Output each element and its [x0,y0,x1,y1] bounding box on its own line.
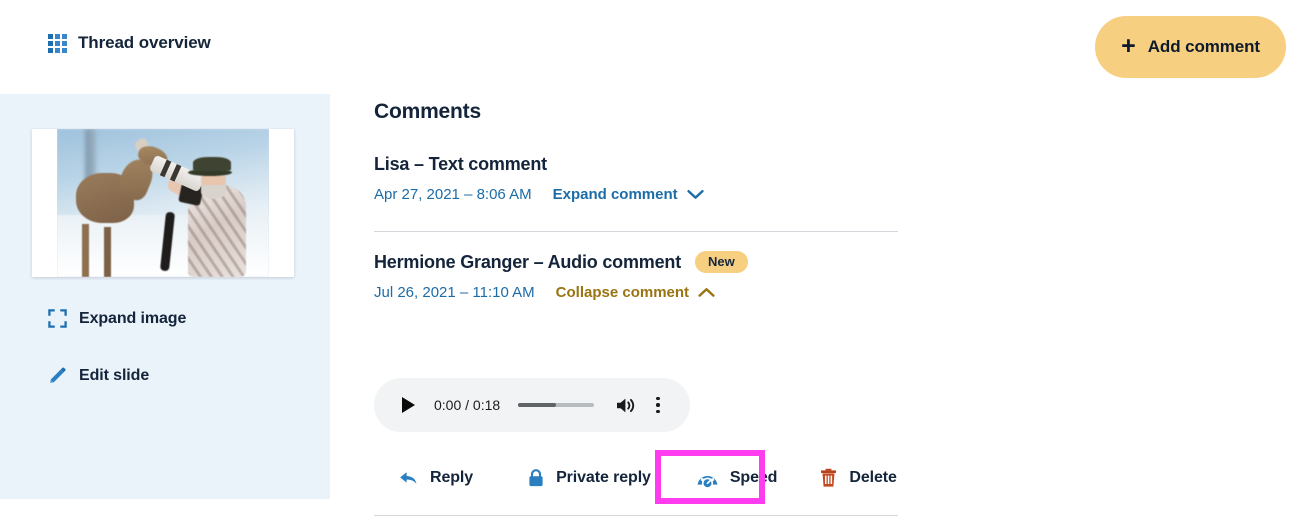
lock-icon [527,468,545,488]
comment-title-row: Hermione Granger – Audio comment New [374,251,898,273]
audio-progress-slider[interactable] [518,403,595,407]
status-badge: New [695,251,748,273]
comment-meta: Apr 27, 2021 – 8:06 AM Expand comment [374,186,898,203]
thread-overview-button[interactable]: Thread overview [48,33,211,53]
audio-progress-fill [518,403,557,407]
comment-title: Lisa – Text comment [374,154,547,174]
three-dots-icon[interactable] [656,396,660,414]
page-title: Comments [374,100,481,123]
comment-date: Jul 26, 2021 – 11:10 AM [374,284,535,301]
audio-time-display: 0:00 / 0:18 [434,397,501,413]
plus-icon: + [1121,31,1136,60]
grid-icon [48,33,67,53]
app-header: Thread overview + Add comment [0,0,1308,94]
audio-player[interactable]: 0:00 / 0:18 [374,378,690,432]
private-reply-label: Private reply [556,469,651,486]
expand-icon [48,309,67,328]
play-icon[interactable] [402,397,415,413]
comment-title: Hermione Granger – Audio comment [374,251,681,272]
trash-icon [819,468,838,488]
speedometer-icon [696,469,719,488]
expand-comment-label: Expand comment [552,186,678,203]
expand-image-button[interactable]: Expand image [48,309,186,328]
slide-thumbnail[interactable] [32,129,294,277]
expand-comment-button[interactable]: Expand comment [553,186,704,203]
edit-slide-button[interactable]: Edit slide [48,366,149,385]
slide-thumbnail-image [57,129,269,277]
comment-divider [374,515,898,516]
reply-arrow-icon [398,469,419,488]
edit-slide-label: Edit slide [79,366,150,384]
slide-sidebar: Expand image Edit slide [0,94,330,499]
delete-label: Delete [849,469,897,486]
comment-item: Lisa – Text comment Apr 27, 2021 – 8:06 … [374,154,898,203]
collapse-comment-button[interactable]: Collapse comment [556,284,715,301]
expand-image-label: Expand image [79,309,187,327]
comment-divider [374,231,898,232]
add-comment-button[interactable]: + Add comment [1095,16,1286,78]
private-reply-button[interactable]: Private reply [527,459,651,497]
comment-title-row: Lisa – Text comment [374,154,898,175]
comment-item: Hermione Granger – Audio comment New Jul… [374,251,898,301]
speed-label: Speed [729,469,778,486]
delete-button[interactable]: Delete [819,459,897,497]
volume-icon[interactable] [615,396,637,415]
chevron-up-icon [698,287,715,298]
comment-meta: Jul 26, 2021 – 11:10 AM Collapse comment [374,284,898,301]
reply-label: Reply [430,469,474,486]
chevron-down-icon [687,189,704,200]
thread-overview-label: Thread overview [78,33,211,52]
comment-date: Apr 27, 2021 – 8:06 AM [374,186,532,203]
speed-button[interactable]: Speed [683,458,791,498]
comment-actions-row: Reply Private reply Speed Delete [398,458,897,498]
reply-button[interactable]: Reply [398,459,473,497]
add-comment-label: Add comment [1147,37,1260,56]
collapse-comment-label: Collapse comment [555,284,690,301]
pencil-icon [48,366,67,385]
